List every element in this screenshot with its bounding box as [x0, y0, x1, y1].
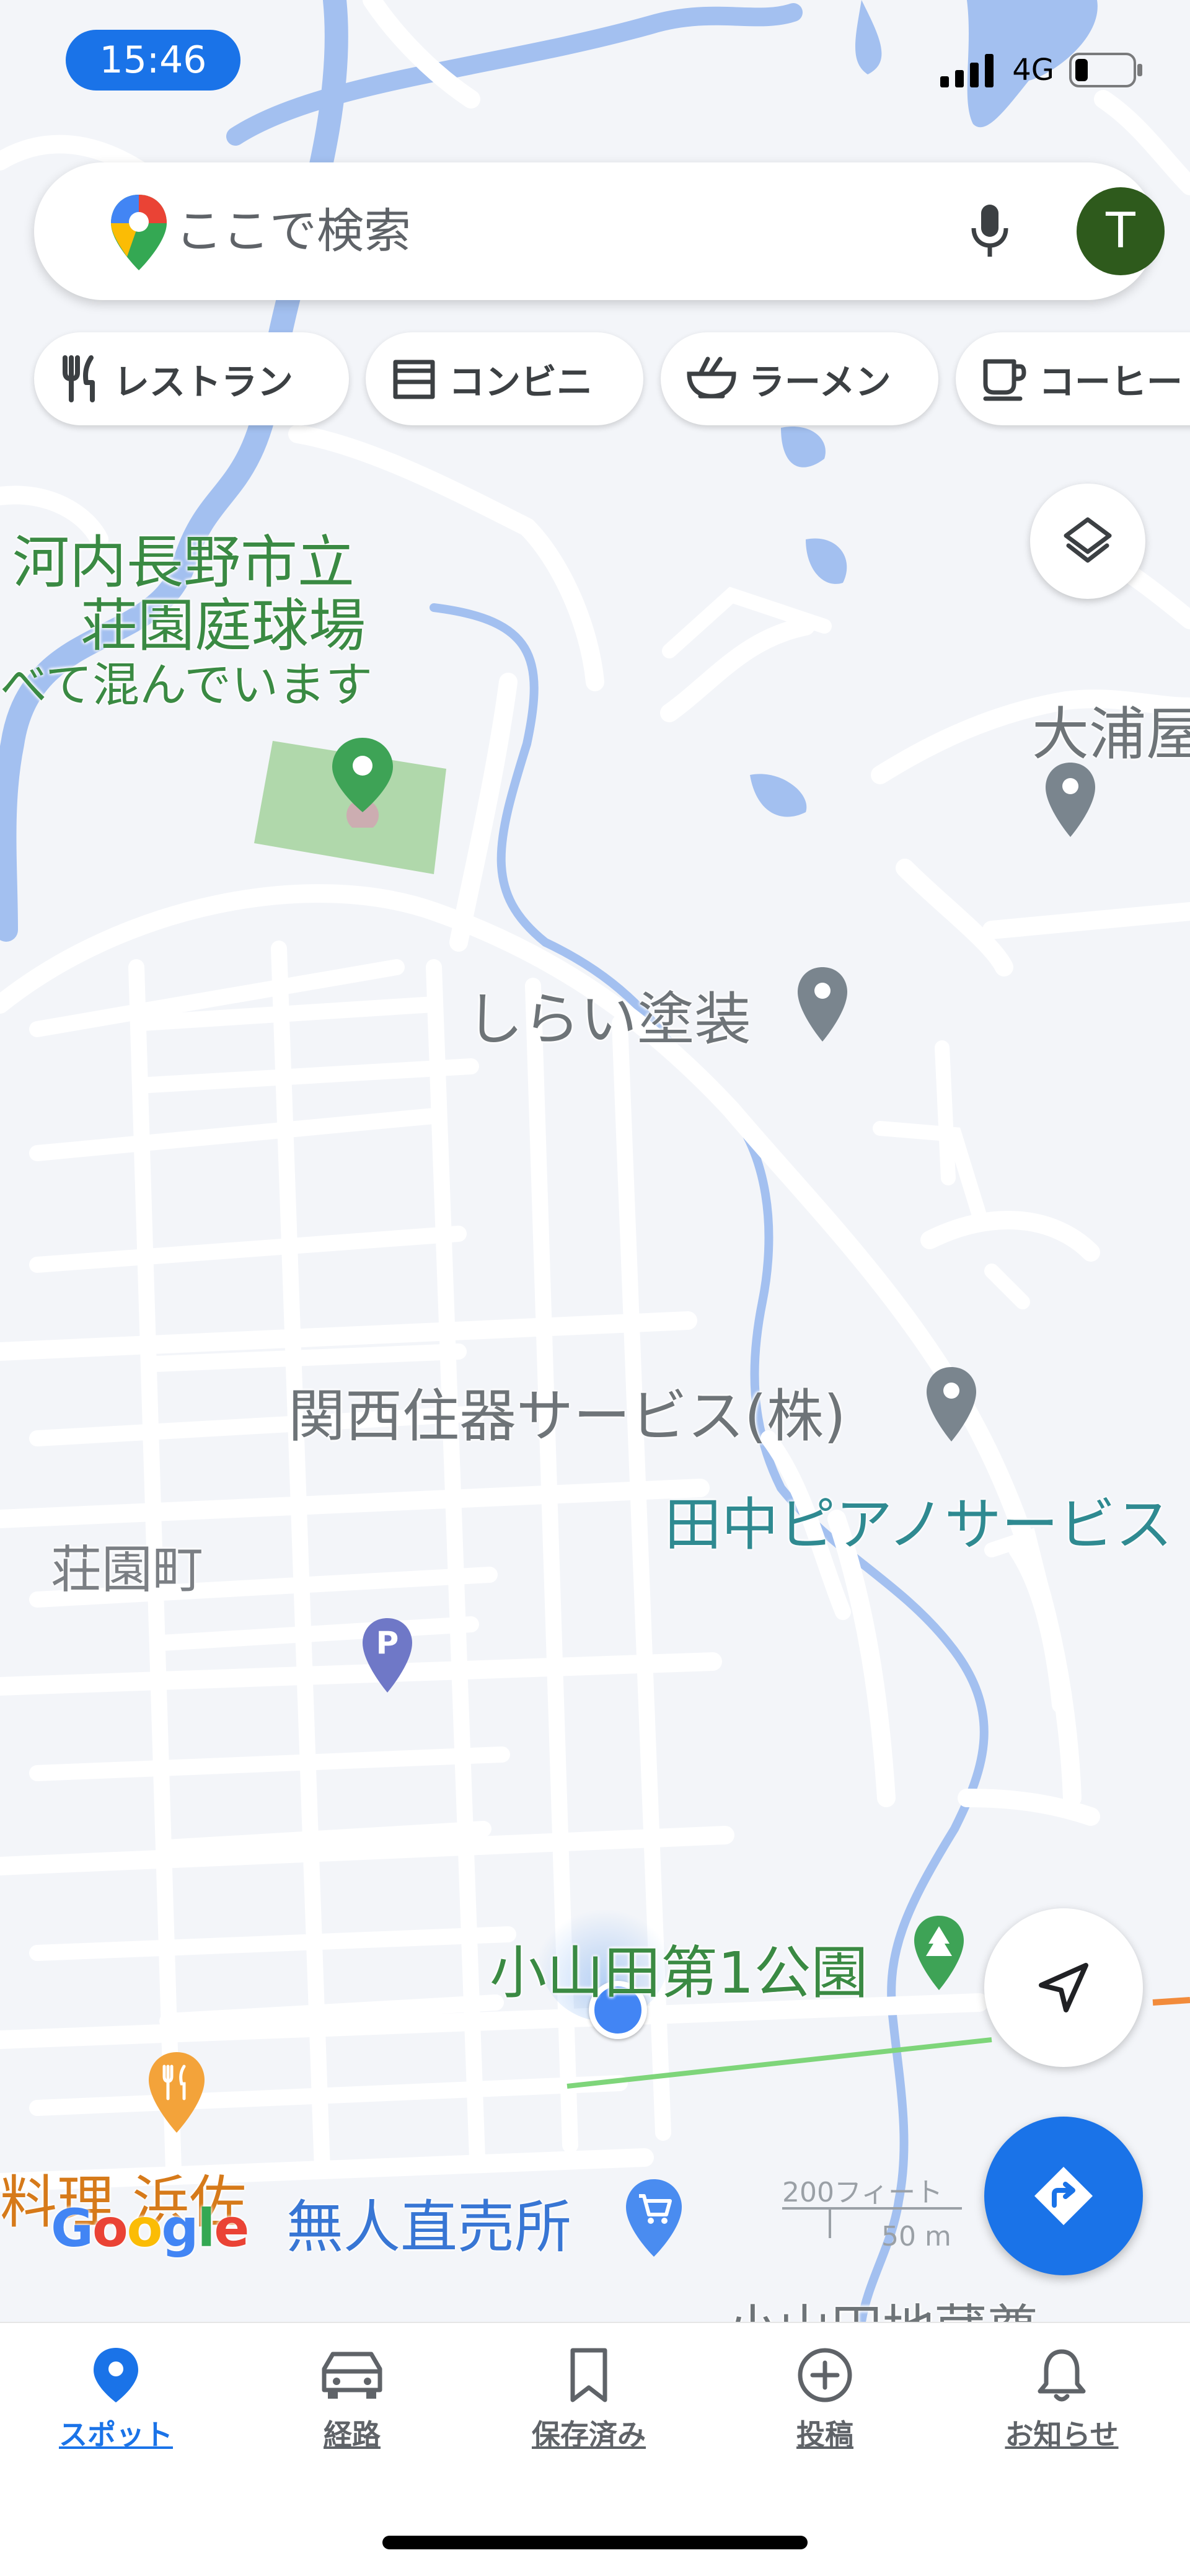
shirai-pin-icon[interactable]	[795, 964, 850, 1051]
nav-tab-updates[interactable]: お知らせ	[969, 2345, 1155, 2453]
status-time: 15:46	[66, 30, 240, 91]
tennis-court-busy-text: べて混んでいます	[0, 657, 373, 712]
nav-tab-saved[interactable]: 保存済み	[496, 2345, 682, 2453]
google-logo: Google	[51, 2198, 249, 2259]
nav-tab-commute[interactable]: 経路	[259, 2345, 445, 2453]
scale-line	[782, 2207, 962, 2210]
status-indicators: 4G	[940, 48, 1144, 92]
park-pin-icon[interactable]	[911, 1913, 967, 1999]
pin-icon	[94, 2348, 138, 2402]
nav-tab-explore-label: スポット	[59, 2418, 173, 2451]
scale-feet: 200フィート	[782, 2177, 943, 2208]
bookmark-icon	[570, 2348, 607, 2402]
ourase-pin-icon[interactable]	[1042, 759, 1098, 846]
plus-circle-icon	[798, 2348, 852, 2402]
parking-letter: P	[376, 1625, 399, 1661]
store-icon	[393, 360, 435, 399]
account-avatar[interactable]: T	[1077, 187, 1165, 275]
tennis-court-name-line2[interactable]: 荘園庭球場	[81, 596, 366, 656]
search-input[interactable]: ここで検索	[175, 162, 411, 300]
scale-meters: 50 m	[881, 2221, 951, 2252]
network-type: 4G	[1012, 53, 1054, 87]
directions-icon	[1034, 2167, 1093, 2225]
layers-button[interactable]	[1030, 484, 1145, 599]
tennis-court-pin-icon[interactable]	[328, 735, 397, 828]
microphone-icon[interactable]	[959, 200, 1021, 262]
tennis-court-name-line1[interactable]: 河内長野市立	[12, 533, 355, 593]
ourase-label[interactable]: 大浦屋	[1032, 688, 1190, 771]
my-location-button[interactable]	[984, 1908, 1143, 2067]
shoen-town-label: 荘園町	[51, 1541, 204, 1600]
car-icon	[322, 2352, 382, 2399]
park-label[interactable]: 小山田第1公園	[490, 1927, 868, 2009]
scale-tick	[829, 2207, 831, 2238]
shop-pin-icon[interactable]	[623, 2176, 685, 2263]
screen: P 河内長野市立 荘園庭球場 べて混んでいます 大浦屋 しらい塗装 関西住器サー…	[0, 0, 1190, 2576]
coffee-icon	[983, 359, 1026, 401]
nav-tab-commute-label: 経路	[324, 2418, 381, 2451]
shirai-label[interactable]: しらい塗装	[466, 973, 751, 1056]
restaurant-pin-icon[interactable]	[146, 2049, 208, 2142]
map-scale: 200フィート 50 m	[782, 2170, 968, 2263]
chip-ramen-label: ラーメン	[749, 361, 891, 403]
nav-tab-saved-label: 保存済み	[532, 2418, 646, 2451]
chip-restaurant-label: レストラン	[113, 361, 294, 403]
tanaka-label[interactable]: 田中ピアノサービス	[664, 1479, 1173, 1561]
chip-coffee[interactable]: コーヒー	[956, 332, 1190, 425]
signal-icon	[940, 54, 994, 87]
nav-tab-updates-label: お知らせ	[1005, 2418, 1119, 2451]
bell-icon	[1038, 2349, 1086, 2402]
chip-coffee-label: コーヒー	[1039, 361, 1183, 403]
battery-icon	[1069, 53, 1142, 87]
google-maps-logo-icon	[111, 195, 167, 270]
directions-button[interactable]	[984, 2117, 1143, 2275]
navigation-arrow-icon	[1039, 1963, 1088, 2012]
layers-icon	[1064, 517, 1112, 563]
kansai-pin-icon[interactable]	[923, 1364, 979, 1451]
fork-knife-icon	[63, 355, 95, 402]
nav-tab-contribute-label: 投稿	[796, 2418, 853, 2451]
nav-tab-contribute[interactable]: 投稿	[732, 2345, 918, 2453]
ramen-icon	[687, 356, 736, 399]
kansai-label[interactable]: 関西住器サービス(株)	[288, 1370, 846, 1453]
chip-convenience-store[interactable]: コンビニ	[366, 332, 643, 425]
nav-tab-explore[interactable]: スポット	[23, 2345, 209, 2453]
chip-convenience-store-label: コンビニ	[449, 361, 593, 403]
search-bar[interactable]: ここで検索 T	[34, 162, 1165, 300]
home-indicator[interactable]	[382, 2536, 808, 2549]
mujin-label[interactable]: 無人直売所	[286, 2181, 571, 2264]
chip-restaurant[interactable]: レストラン	[34, 332, 349, 425]
chip-ramen[interactable]: ラーメン	[661, 332, 938, 425]
parking-pin-icon[interactable]: P	[359, 1615, 415, 1702]
